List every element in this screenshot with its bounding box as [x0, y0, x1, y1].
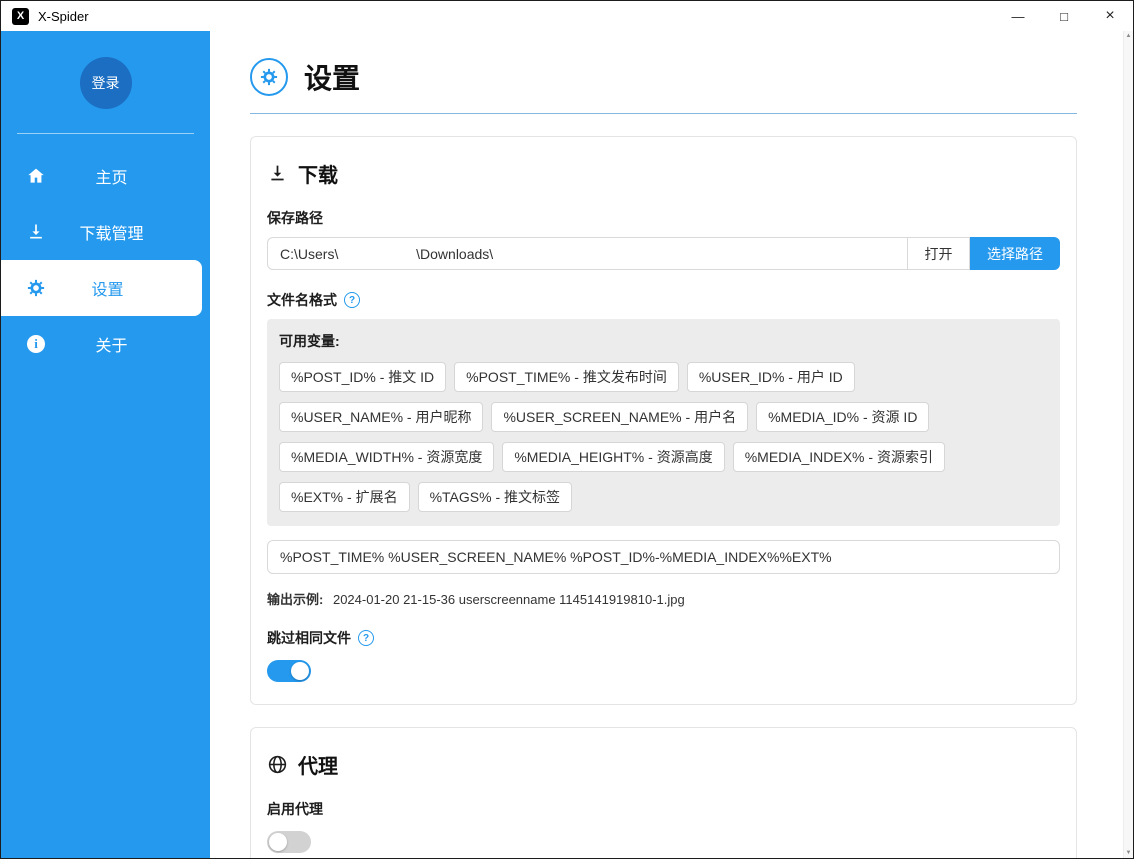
- output-example-label: 输出示例:: [267, 592, 323, 607]
- enable-proxy-label: 启用代理: [267, 799, 1060, 819]
- header-divider: [250, 113, 1077, 114]
- minimize-button[interactable]: —: [995, 1, 1041, 31]
- info-icon: i: [25, 333, 47, 355]
- skip-same-help-icon[interactable]: ?: [358, 630, 374, 646]
- output-example-value: 2024-01-20 21-15-36 userscreenname 11451…: [333, 592, 685, 607]
- open-path-button[interactable]: 打开: [908, 237, 970, 270]
- home-icon: [25, 165, 47, 187]
- choose-path-button[interactable]: 选择路径: [970, 237, 1060, 270]
- sidebar-divider: [17, 133, 194, 134]
- main-content: 设置 下载 保存路径 打开 选择路径 文件名格式 ? 可用变量: %POST_I…: [210, 31, 1123, 858]
- output-example: 输出示例: 2024-01-20 21-15-36 userscreenname…: [267, 589, 1060, 608]
- variable-chip[interactable]: %EXT% - 扩展名: [279, 482, 410, 512]
- variable-chip[interactable]: %MEDIA_HEIGHT% - 资源高度: [502, 442, 724, 472]
- vertical-scrollbar[interactable]: ▲ ▼: [1123, 31, 1133, 858]
- variable-chip[interactable]: %USER_NAME% - 用户昵称: [279, 402, 483, 432]
- login-avatar[interactable]: 登录: [80, 57, 132, 109]
- variable-chips: %POST_ID% - 推文 ID %POST_TIME% - 推文发布时间 %…: [279, 362, 1048, 512]
- save-path-input[interactable]: [267, 237, 908, 270]
- sidebar-item-about[interactable]: i 关于: [1, 316, 210, 372]
- sidebar-item-home[interactable]: 主页: [1, 148, 210, 204]
- skip-same-label: 跳过相同文件 ?: [267, 628, 1060, 648]
- settings-page-icon: [250, 58, 288, 96]
- variable-chip[interactable]: %POST_ID% - 推文 ID: [279, 362, 446, 392]
- window-controls: — □ ×: [995, 1, 1133, 31]
- variable-chip[interactable]: %MEDIA_INDEX% - 资源索引: [733, 442, 945, 472]
- variable-chip[interactable]: %USER_ID% - 用户 ID: [687, 362, 855, 392]
- variable-chip[interactable]: %TAGS% - 推文标签: [418, 482, 572, 512]
- close-button[interactable]: ×: [1087, 1, 1133, 31]
- enable-proxy-toggle[interactable]: [267, 831, 311, 853]
- globe-icon: [267, 754, 288, 775]
- scroll-up-icon[interactable]: ▲: [1126, 33, 1132, 39]
- filename-format-input[interactable]: [267, 540, 1060, 574]
- toggle-knob: [291, 662, 309, 680]
- variable-chip[interactable]: %POST_TIME% - 推文发布时间: [454, 362, 679, 392]
- filename-help-icon[interactable]: ?: [344, 292, 360, 308]
- sidebar-item-label: 关于: [47, 332, 210, 356]
- variable-chip[interactable]: %MEDIA_ID% - 资源 ID: [756, 402, 929, 432]
- variable-chip[interactable]: %USER_SCREEN_NAME% - 用户名: [491, 402, 748, 432]
- sidebar-item-download-manager[interactable]: 下载管理: [1, 204, 210, 260]
- app-title: X-Spider: [38, 9, 89, 24]
- page-header: 设置: [210, 31, 1123, 97]
- download-icon: [267, 163, 288, 184]
- download-icon: [25, 221, 47, 243]
- sidebar-item-settings[interactable]: 设置: [1, 260, 202, 316]
- save-path-label: 保存路径: [267, 208, 1060, 228]
- scroll-down-icon[interactable]: ▼: [1126, 850, 1132, 856]
- sidebar-item-label: 设置: [47, 276, 202, 300]
- save-path-group: 打开 选择路径: [267, 237, 1060, 270]
- filename-format-label: 文件名格式 ?: [267, 290, 1060, 310]
- gear-icon: [25, 277, 47, 299]
- skip-same-toggle[interactable]: [267, 660, 311, 682]
- toggle-knob: [269, 833, 287, 851]
- sidebar: 登录 主页 下载管理 设置 i 关于: [1, 31, 210, 858]
- titlebar: X X-Spider — □ ×: [1, 1, 1133, 31]
- proxy-section-title: 代理: [267, 750, 1060, 779]
- variables-box: 可用变量: %POST_ID% - 推文 ID %POST_TIME% - 推文…: [267, 319, 1060, 526]
- page-title: 设置: [304, 57, 360, 97]
- variable-chip[interactable]: %MEDIA_WIDTH% - 资源宽度: [279, 442, 494, 472]
- download-settings-card: 下载 保存路径 打开 选择路径 文件名格式 ? 可用变量: %POST_ID% …: [250, 136, 1077, 705]
- maximize-button[interactable]: □: [1041, 1, 1087, 31]
- sidebar-item-label: 主页: [47, 164, 210, 188]
- app-logo-icon: X: [12, 8, 29, 25]
- sidebar-item-label: 下载管理: [47, 220, 210, 244]
- download-section-title: 下载: [267, 159, 1060, 188]
- variables-title: 可用变量:: [279, 331, 1048, 351]
- proxy-settings-card: 代理 启用代理 代理地址: [250, 727, 1077, 858]
